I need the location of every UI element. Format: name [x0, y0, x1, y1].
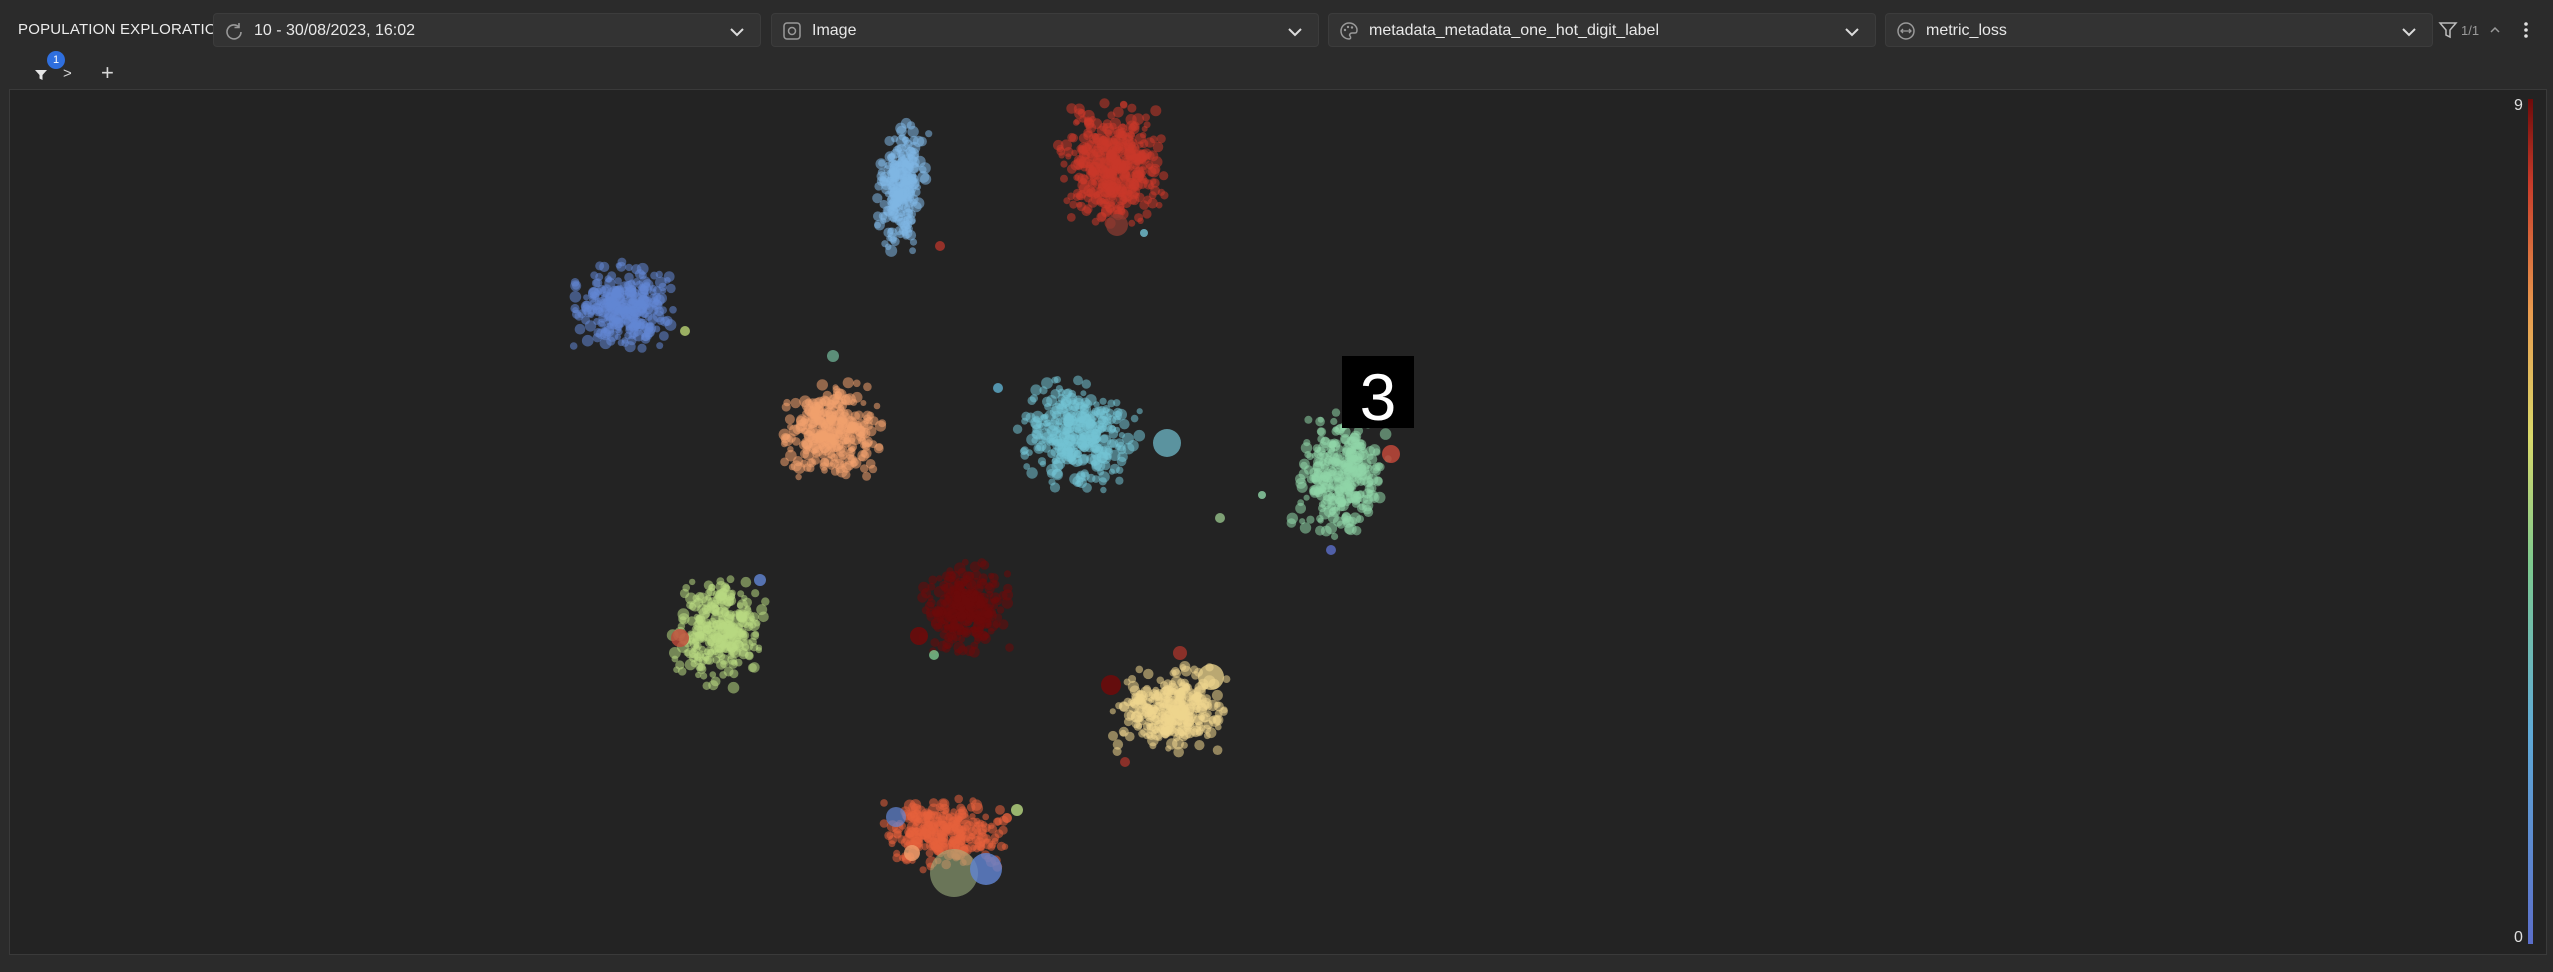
hover-thumbnail: 3	[1342, 356, 1414, 434]
size-by-select[interactable]: metric_loss	[1885, 13, 2433, 47]
colorbar-min-label: 0	[2514, 929, 2523, 946]
epoch-select[interactable]: 10 - 30/08/2023, 16:02	[213, 13, 761, 47]
chevron-down-icon	[1288, 28, 1302, 37]
cluster-sky-blue[interactable]	[872, 117, 933, 257]
cluster-dark-red[interactable]	[917, 558, 1014, 658]
colorbar: 9 0	[2514, 97, 2533, 946]
palette-icon	[1340, 22, 1358, 40]
data-points[interactable]	[569, 98, 1392, 874]
cluster-blue[interactable]	[569, 257, 677, 353]
chevron-down-icon	[1845, 28, 1859, 37]
size-icon	[1897, 22, 1915, 40]
hover-thumbnail-digit: 3	[1360, 360, 1397, 434]
outlier-points[interactable]	[671, 214, 1400, 897]
color-by-select-value: metadata_metadata_one_hot_digit_label	[1369, 22, 1660, 39]
filter-icon[interactable]	[2438, 20, 2458, 40]
chevron-down-icon	[2402, 28, 2416, 37]
chevron-up-icon[interactable]	[2489, 24, 2501, 36]
bottom-strip	[0, 955, 2553, 972]
toolbar: POPULATION EXPLORATION 10 - 30/08/2023, …	[0, 0, 2553, 61]
filter-count: 1/1	[2461, 23, 2480, 38]
visualization-select-value: Image	[812, 22, 857, 39]
visualization-select[interactable]: Image	[771, 13, 1319, 47]
scatter-plot-area[interactable]: 3 9 0	[9, 89, 2547, 955]
population-exploration-panel: POPULATION EXPLORATION 10 - 30/08/2023, …	[0, 0, 2553, 972]
filter-expand-arrow[interactable]: >	[63, 65, 72, 82]
cluster-red[interactable]	[1053, 98, 1169, 229]
filter-icon[interactable]	[34, 68, 48, 82]
cluster-peach[interactable]	[778, 377, 887, 481]
more-vertical-icon[interactable]	[2521, 20, 2531, 40]
colorbar-max-label: 9	[2514, 97, 2523, 114]
refresh-icon[interactable]	[224, 21, 244, 41]
add-filter-button[interactable]: +	[101, 60, 114, 86]
scatter-plot[interactable]: 3 9 0	[10, 90, 2546, 954]
image-icon	[783, 22, 801, 40]
epoch-select-value: 10 - 30/08/2023, 16:02	[254, 22, 416, 39]
size-by-select-value: metric_loss	[1926, 22, 2007, 39]
cluster-cyan[interactable]	[1012, 375, 1146, 494]
color-by-select[interactable]: metadata_metadata_one_hot_digit_label	[1328, 13, 1876, 47]
chevron-down-icon	[730, 28, 744, 37]
filter-bar: 1 > +	[0, 51, 2553, 88]
panel-title: POPULATION EXPLORATION	[18, 21, 228, 38]
